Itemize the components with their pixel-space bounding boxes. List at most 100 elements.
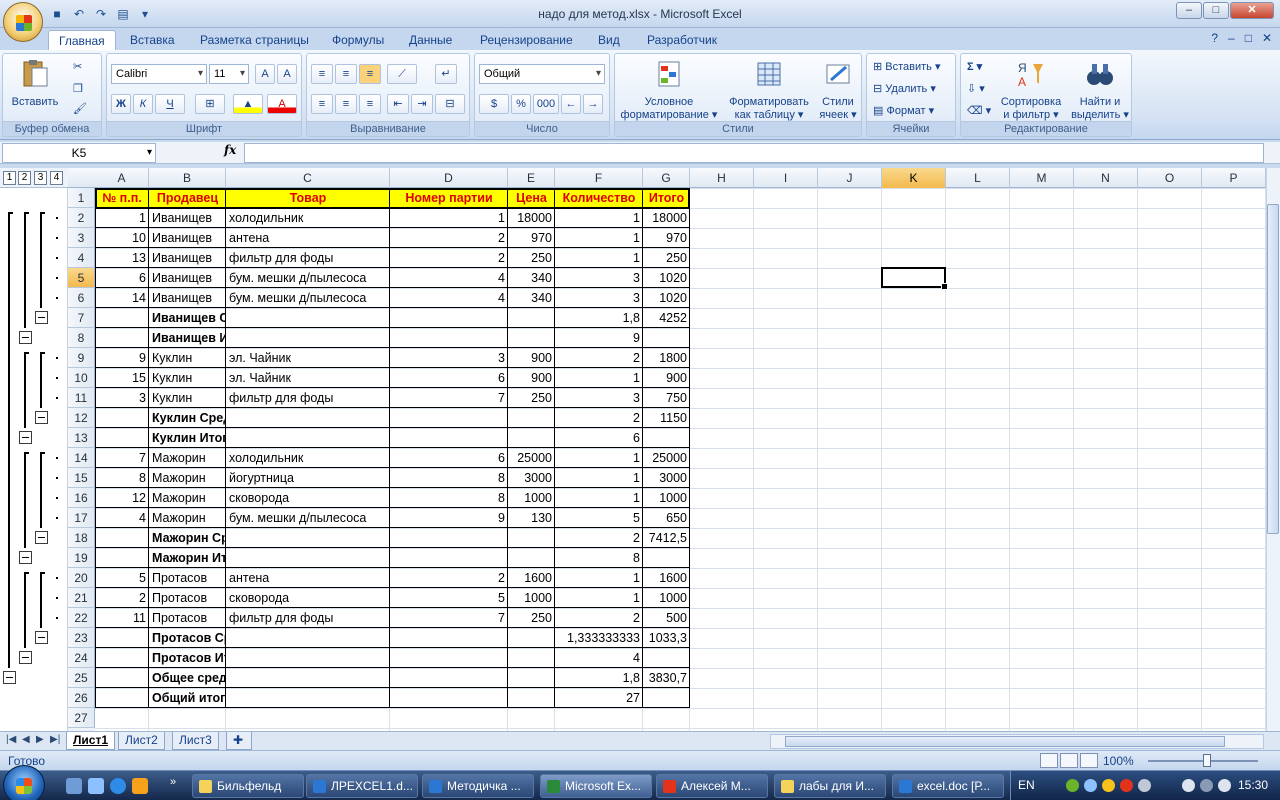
cell-F7[interactable]: 1,8 — [555, 308, 643, 328]
cell-D17[interactable]: 9 — [390, 508, 508, 528]
cell-F16[interactable]: 1 — [555, 488, 643, 508]
cell-E4[interactable]: 250 — [508, 248, 555, 268]
borders-icon[interactable]: ⊞ — [195, 94, 225, 114]
cell-D15[interactable]: 8 — [390, 468, 508, 488]
decrease-decimal-icon[interactable]: → — [583, 94, 603, 114]
name-box[interactable]: K5 — [2, 143, 156, 163]
number-format-combo[interactable]: Общий — [479, 64, 605, 84]
cell-A17[interactable]: 4 — [95, 508, 149, 528]
cell-G18[interactable]: 7412,5 — [643, 528, 690, 548]
taskbar-item[interactable]: Методичка ... — [422, 774, 534, 798]
cell-F22[interactable]: 2 — [555, 608, 643, 628]
show-desktop-icon[interactable] — [66, 778, 82, 794]
cell-G16[interactable]: 1000 — [643, 488, 690, 508]
cell-E9[interactable]: 900 — [508, 348, 555, 368]
column-header-D[interactable]: D — [390, 168, 508, 188]
grow-font-icon[interactable]: A — [255, 64, 275, 84]
taskbar-item[interactable]: лабы для И... — [774, 774, 886, 798]
zoom-slider-thumb[interactable] — [1203, 754, 1211, 767]
row-header-6[interactable]: 6 — [68, 288, 95, 308]
next-sheet-icon[interactable]: ▶ — [36, 734, 44, 745]
cell-F14[interactable]: 1 — [555, 448, 643, 468]
cell-D20[interactable]: 2 — [390, 568, 508, 588]
row-header-25[interactable]: 25 — [68, 668, 95, 688]
ribbon-minimize-icon[interactable]: – — [1228, 31, 1235, 45]
cell-E6[interactable]: 340 — [508, 288, 555, 308]
cell-F6[interactable]: 3 — [555, 288, 643, 308]
cell-A21[interactable]: 2 — [95, 588, 149, 608]
cell-G21[interactable]: 1000 — [643, 588, 690, 608]
row-header-18[interactable]: 18 — [68, 528, 95, 548]
row-header-13[interactable]: 13 — [68, 428, 95, 448]
cell-E2[interactable]: 18000 — [508, 208, 555, 228]
column-header-G[interactable]: G — [643, 168, 690, 188]
cell-C20[interactable]: антена — [226, 568, 390, 588]
cell-F12[interactable]: 2 — [555, 408, 643, 428]
cell-E22[interactable]: 250 — [508, 608, 555, 628]
merge-center-icon[interactable]: ⊟ — [435, 94, 465, 114]
copy-icon[interactable]: ❐ — [73, 82, 83, 95]
cell-B16[interactable]: Мажорин — [149, 488, 226, 508]
cell-B25[interactable]: Общее среднее — [149, 668, 226, 688]
outline-level-2-button[interactable]: 2 — [18, 171, 31, 185]
tab-formulas[interactable]: Формулы — [322, 30, 394, 50]
tab-home[interactable]: Главная — [48, 30, 116, 50]
row-header-3[interactable]: 3 — [68, 228, 95, 248]
cell-C4[interactable]: фильтр для фоды — [226, 248, 390, 268]
outline-collapse-icon[interactable] — [35, 631, 48, 644]
cell-A5[interactable]: 6 — [95, 268, 149, 288]
cell-C21[interactable]: сковорода — [226, 588, 390, 608]
tab-page-layout[interactable]: Разметка страницы — [190, 30, 319, 50]
cell-F21[interactable]: 1 — [555, 588, 643, 608]
cell-B2[interactable]: Иванищев — [149, 208, 226, 228]
horizontal-scrollbar[interactable] — [770, 734, 1264, 749]
column-header-J[interactable]: J — [818, 168, 882, 188]
cell-E10[interactable]: 900 — [508, 368, 555, 388]
cell-B13[interactable]: Куклин Итог — [149, 428, 226, 448]
cell-E21[interactable]: 1000 — [508, 588, 555, 608]
cell-D4[interactable]: 2 — [390, 248, 508, 268]
fill-icon[interactable]: ⇩ ▾ — [967, 82, 985, 95]
cell-C11[interactable]: фильтр для фоды — [226, 388, 390, 408]
cell-D2[interactable]: 1 — [390, 208, 508, 228]
outline-collapse-icon[interactable] — [19, 651, 32, 664]
cell-B21[interactable]: Протасов — [149, 588, 226, 608]
cell-D22[interactable]: 7 — [390, 608, 508, 628]
column-header-E[interactable]: E — [508, 168, 555, 188]
row-header-1[interactable]: 1 — [68, 188, 95, 208]
zoom-level[interactable]: 100% — [1103, 754, 1134, 768]
prev-sheet-icon[interactable]: ◀ — [22, 734, 30, 745]
cell-C6[interactable]: бум. мешки д/пылесоса — [226, 288, 390, 308]
row-header-14[interactable]: 14 — [68, 448, 95, 468]
cell-A15[interactable]: 8 — [95, 468, 149, 488]
tray-network-icon[interactable] — [1066, 779, 1079, 792]
cell-B19[interactable]: Мажорин Итог — [149, 548, 226, 568]
increase-decimal-icon[interactable]: ← — [561, 94, 581, 114]
tray-app-icon[interactable] — [1138, 779, 1151, 792]
cell-E15[interactable]: 3000 — [508, 468, 555, 488]
row-header-23[interactable]: 23 — [68, 628, 95, 648]
row-header-26[interactable]: 26 — [68, 688, 95, 708]
row-header-20[interactable]: 20 — [68, 568, 95, 588]
conditional-formatting-button[interactable]: Условное форматирование ▾ — [617, 58, 721, 122]
cell-C16[interactable]: сковорода — [226, 488, 390, 508]
row-header-17[interactable]: 17 — [68, 508, 95, 528]
outline-collapse-icon[interactable] — [3, 671, 16, 684]
column-header-O[interactable]: O — [1138, 168, 1202, 188]
tray-skype-icon[interactable] — [1084, 779, 1097, 792]
cell-F26[interactable]: 27 — [555, 688, 643, 708]
font-color-icon[interactable]: A — [267, 94, 297, 114]
restore-button[interactable]: □ — [1203, 2, 1229, 19]
cell-F25[interactable]: 1,8 — [555, 668, 643, 688]
clock[interactable]: 15:30 — [1238, 778, 1268, 792]
cell-G12[interactable]: 1150 — [643, 408, 690, 428]
minimize-button[interactable]: – — [1176, 2, 1202, 19]
cell-B18[interactable]: Мажорин Среднее — [149, 528, 226, 548]
align-top-icon[interactable]: ≡ — [311, 64, 333, 84]
outline-collapse-icon[interactable] — [19, 551, 32, 564]
page-layout-view-icon[interactable] — [1060, 753, 1078, 768]
cell-G3[interactable]: 970 — [643, 228, 690, 248]
row-header-2[interactable]: 2 — [68, 208, 95, 228]
cell-A11[interactable]: 3 — [95, 388, 149, 408]
cell-C14[interactable]: холодильник — [226, 448, 390, 468]
